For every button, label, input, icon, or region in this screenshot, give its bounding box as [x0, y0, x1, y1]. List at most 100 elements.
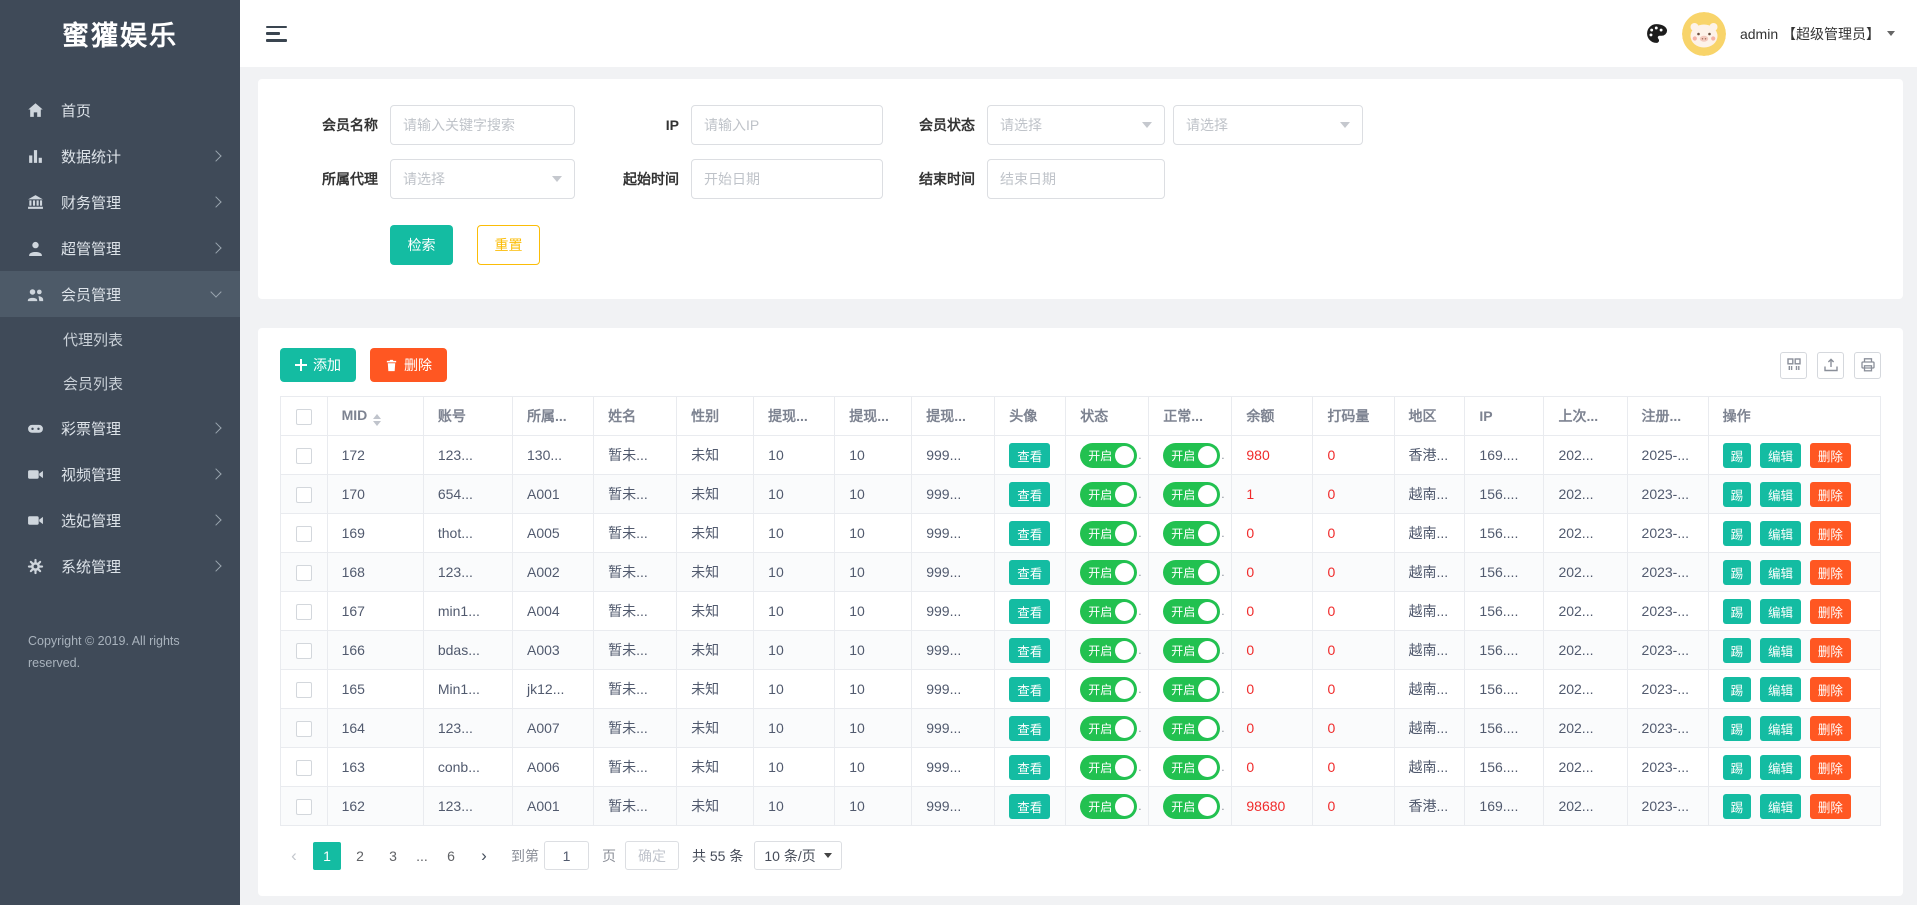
row-checkbox[interactable]	[296, 448, 312, 464]
sidebar-item-system[interactable]: 系统管理	[0, 543, 240, 589]
start-time-field[interactable]	[691, 159, 883, 199]
ip-input[interactable]	[704, 117, 870, 133]
agent-select[interactable]: 请选择	[390, 159, 575, 199]
page-size-select[interactable]: 10 条/页	[754, 841, 841, 870]
delete-row-button[interactable]: 删除	[1810, 560, 1851, 585]
sort-icon[interactable]	[373, 414, 381, 426]
normal-toggle[interactable]: 开启	[1163, 560, 1220, 585]
sidebar-item-xuanfei[interactable]: 选妃管理	[0, 497, 240, 543]
row-checkbox[interactable]	[296, 565, 312, 581]
view-avatar-button[interactable]: 查看	[1009, 677, 1050, 702]
edit-button[interactable]: 编辑	[1760, 755, 1801, 780]
normal-toggle[interactable]: 开启	[1163, 521, 1220, 546]
prev-page-icon[interactable]: ‹	[280, 842, 308, 870]
sidebar-item-members[interactable]: 会员管理	[0, 271, 240, 317]
normal-toggle[interactable]: 开启	[1163, 443, 1220, 468]
status-toggle[interactable]: 开启	[1080, 638, 1137, 663]
start-date-input[interactable]	[704, 171, 870, 187]
status-toggle[interactable]: 开启	[1080, 560, 1137, 585]
menu-toggle-icon[interactable]	[266, 26, 288, 42]
delete-row-button[interactable]: 删除	[1810, 638, 1851, 663]
row-checkbox[interactable]	[296, 682, 312, 698]
kick-button[interactable]: 踢	[1723, 716, 1752, 741]
reset-button[interactable]: 重置	[477, 225, 540, 265]
normal-toggle[interactable]: 开启	[1163, 677, 1220, 702]
status-toggle[interactable]: 开启	[1080, 677, 1137, 702]
normal-toggle[interactable]: 开启	[1163, 794, 1220, 819]
view-avatar-button[interactable]: 查看	[1009, 521, 1050, 546]
search-button[interactable]: 检索	[390, 225, 453, 265]
status-toggle[interactable]: 开启	[1080, 482, 1137, 507]
next-page-icon[interactable]: ›	[470, 842, 498, 870]
kick-button[interactable]: 踢	[1723, 794, 1752, 819]
normal-toggle[interactable]: 开启	[1163, 599, 1220, 624]
normal-toggle[interactable]: 开启	[1163, 716, 1220, 741]
normal-toggle[interactable]: 开启	[1163, 755, 1220, 780]
page-number-1[interactable]: 1	[313, 842, 341, 870]
delete-row-button[interactable]: 删除	[1810, 677, 1851, 702]
sidebar-item-stats[interactable]: 数据统计	[0, 133, 240, 179]
delete-row-button[interactable]: 删除	[1810, 443, 1851, 468]
add-button[interactable]: 添加	[280, 348, 356, 382]
export-button[interactable]	[1817, 352, 1844, 379]
sidebar-subitem-member-list[interactable]: 会员列表	[0, 361, 240, 405]
sidebar-item-finance[interactable]: 财务管理	[0, 179, 240, 225]
delete-button[interactable]: 删除	[370, 348, 447, 382]
user-menu[interactable]: admin 【超级管理员】	[1740, 24, 1895, 44]
ip-field[interactable]	[691, 105, 883, 145]
status-toggle[interactable]: 开启	[1080, 521, 1137, 546]
normal-toggle[interactable]: 开启	[1163, 482, 1220, 507]
status-toggle[interactable]: 开启	[1080, 599, 1137, 624]
status-toggle[interactable]: 开启	[1080, 794, 1137, 819]
row-checkbox[interactable]	[296, 799, 312, 815]
sidebar-item-lottery[interactable]: 彩票管理	[0, 405, 240, 451]
view-avatar-button[interactable]: 查看	[1009, 638, 1050, 663]
row-checkbox[interactable]	[296, 721, 312, 737]
kick-button[interactable]: 踢	[1723, 677, 1752, 702]
status-toggle[interactable]: 开启	[1080, 755, 1137, 780]
view-avatar-button[interactable]: 查看	[1009, 599, 1050, 624]
edit-button[interactable]: 编辑	[1760, 716, 1801, 741]
page-number-6[interactable]: 6	[437, 842, 465, 870]
view-avatar-button[interactable]: 查看	[1009, 716, 1050, 741]
row-checkbox[interactable]	[296, 643, 312, 659]
page-number-3[interactable]: 3	[379, 842, 407, 870]
delete-row-button[interactable]: 删除	[1810, 755, 1851, 780]
end-time-field[interactable]	[987, 159, 1165, 199]
member-name-field[interactable]	[390, 105, 575, 145]
sidebar-item-home[interactable]: 首页	[0, 87, 240, 133]
status2-select[interactable]: 请选择	[1173, 105, 1363, 145]
select-all-checkbox[interactable]	[296, 409, 312, 425]
kick-button[interactable]: 踢	[1723, 482, 1752, 507]
end-date-input[interactable]	[1000, 171, 1152, 187]
sidebar-item-superadmin[interactable]: 超管管理	[0, 225, 240, 271]
row-checkbox[interactable]	[296, 760, 312, 776]
sidebar-item-video[interactable]: 视频管理	[0, 451, 240, 497]
jump-page-input[interactable]	[544, 841, 589, 870]
avatar[interactable]	[1682, 12, 1726, 56]
view-avatar-button[interactable]: 查看	[1009, 755, 1050, 780]
row-checkbox[interactable]	[296, 487, 312, 503]
edit-button[interactable]: 编辑	[1760, 794, 1801, 819]
kick-button[interactable]: 踢	[1723, 521, 1752, 546]
view-avatar-button[interactable]: 查看	[1009, 794, 1050, 819]
kick-button[interactable]: 踢	[1723, 443, 1752, 468]
print-button[interactable]	[1854, 352, 1881, 379]
delete-row-button[interactable]: 删除	[1810, 716, 1851, 741]
row-checkbox[interactable]	[296, 526, 312, 542]
kick-button[interactable]: 踢	[1723, 755, 1752, 780]
edit-button[interactable]: 编辑	[1760, 521, 1801, 546]
kick-button[interactable]: 踢	[1723, 599, 1752, 624]
edit-button[interactable]: 编辑	[1760, 638, 1801, 663]
status-toggle[interactable]: 开启	[1080, 716, 1137, 741]
view-avatar-button[interactable]: 查看	[1009, 443, 1050, 468]
edit-button[interactable]: 编辑	[1760, 599, 1801, 624]
member-name-input[interactable]	[403, 117, 562, 133]
delete-row-button[interactable]: 删除	[1810, 599, 1851, 624]
sidebar-subitem-agent-list[interactable]: 代理列表	[0, 317, 240, 361]
kick-button[interactable]: 踢	[1723, 638, 1752, 663]
edit-button[interactable]: 编辑	[1760, 482, 1801, 507]
page-number-2[interactable]: 2	[346, 842, 374, 870]
status-toggle[interactable]: 开启	[1080, 443, 1137, 468]
delete-row-button[interactable]: 删除	[1810, 794, 1851, 819]
